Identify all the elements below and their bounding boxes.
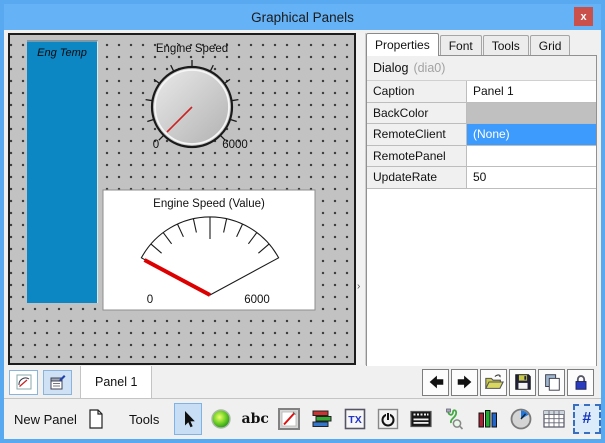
tool-label-button[interactable]: abc <box>241 403 270 435</box>
property-row-updaterate: UpdateRate 50 <box>367 167 596 189</box>
tx-glyph: TX <box>348 414 361 426</box>
open-button[interactable] <box>480 369 507 396</box>
mini-gauge-icon <box>16 374 32 390</box>
close-button[interactable]: x <box>574 7 593 26</box>
knob-gauge-widget[interactable]: Engine Speed 0 6000 <box>146 43 248 151</box>
tx-display-icon: TX <box>343 407 367 431</box>
knob-gauge-max-label: 6000 <box>222 139 248 151</box>
property-value[interactable] <box>467 146 596 167</box>
properties-panel: Properties Font Tools Grid Dialog (dia0)… <box>366 33 597 368</box>
mini-gauge-button[interactable] <box>9 370 38 395</box>
tools-toolbar: New Panel Tools <box>4 398 601 439</box>
app-window: Graphical Panels x Eng Temp Engine Speed <box>0 0 605 443</box>
property-name[interactable]: UpdateRate <box>367 167 467 188</box>
panel-properties-icon <box>49 374 66 391</box>
forward-button[interactable] <box>451 369 478 396</box>
lcd-display-icon <box>409 407 433 431</box>
properties-object-header: Dialog (dia0) <box>367 56 596 81</box>
new-document-button[interactable] <box>82 403 110 435</box>
save-button[interactable] <box>509 369 536 396</box>
tool-meter-button[interactable] <box>275 403 303 435</box>
meter-icon <box>277 407 301 431</box>
new-document-icon <box>86 408 106 430</box>
value-gauge-min-label: 0 <box>147 294 153 306</box>
object-id: (dia0) <box>413 61 445 75</box>
property-name[interactable]: BackColor <box>367 103 467 124</box>
led-icon <box>210 408 232 430</box>
panel-tab-label: Panel 1 <box>95 375 137 389</box>
grid-hash-icon: # <box>582 410 591 428</box>
tool-diagnostics-button[interactable] <box>440 403 468 435</box>
cursor-arrow-icon <box>177 408 199 430</box>
panel-tab-bar: Panel 1 <box>4 366 601 398</box>
tab-grid[interactable]: Grid <box>530 35 571 56</box>
lock-icon <box>571 372 591 392</box>
back-button[interactable] <box>422 369 449 396</box>
property-value[interactable]: Panel 1 <box>467 81 596 102</box>
tool-text-display-button[interactable]: TX <box>341 403 369 435</box>
panel-properties-button[interactable] <box>43 370 72 395</box>
back-arrow-icon <box>426 372 446 392</box>
properties-grid: Dialog (dia0) Caption Panel 1 BackColor … <box>366 55 597 368</box>
table-icon <box>542 407 566 431</box>
value-gauge-widget[interactable]: Engine Speed (Value) 0 6000 <box>103 190 315 310</box>
title-bar[interactable]: Graphical Panels x <box>4 4 601 30</box>
tool-table-button[interactable] <box>540 403 568 435</box>
value-gauge-max-label: 6000 <box>244 294 270 306</box>
tool-grid-toggle-button[interactable]: # <box>573 404 601 434</box>
splitter-collapse-icon[interactable]: › <box>357 281 360 292</box>
property-value[interactable]: 50 <box>467 167 596 188</box>
property-name[interactable]: Caption <box>367 81 467 102</box>
tab-tools[interactable]: Tools <box>483 35 529 56</box>
tool-led-button[interactable] <box>207 403 235 435</box>
tool-lcd-display-button[interactable] <box>407 403 435 435</box>
tab-properties[interactable]: Properties <box>366 33 439 56</box>
copy-button[interactable] <box>538 369 565 396</box>
lock-button[interactable] <box>567 369 594 396</box>
diagnostics-icon <box>442 407 466 431</box>
property-value[interactable] <box>467 103 596 124</box>
tool-cursor-button[interactable] <box>174 403 202 435</box>
tool-bar-graph-button[interactable] <box>473 403 501 435</box>
property-value[interactable]: (None) <box>467 124 596 145</box>
property-row-remotepanel: RemotePanel <box>367 146 596 168</box>
tool-clock-button[interactable] <box>507 403 535 435</box>
gauge-widgets-layer: Engine Speed 0 6000 Engine Speed ( <box>10 35 354 363</box>
tool-power-button[interactable] <box>374 403 402 435</box>
copy-pages-icon <box>542 372 562 392</box>
property-name[interactable]: RemoteClient <box>367 124 467 145</box>
open-folder-icon <box>484 372 504 392</box>
slider-bars-icon <box>310 407 334 431</box>
knob-gauge-min-label: 0 <box>153 139 159 151</box>
window-title: Graphical Panels <box>251 10 354 25</box>
properties-tab-strip: Properties Font Tools Grid <box>366 33 597 56</box>
tools-menu-label[interactable]: Tools <box>129 412 159 427</box>
value-gauge-title: Engine Speed (Value) <box>153 198 265 210</box>
property-row-remoteclient: RemoteClient (None) <box>367 124 596 146</box>
knob-gauge-title: Engine Speed <box>156 43 228 55</box>
panel-tab-active[interactable]: Panel 1 <box>80 366 152 398</box>
save-floppy-icon <box>513 372 533 392</box>
object-name: Dialog <box>373 61 408 75</box>
design-canvas[interactable]: Eng Temp Engine Speed <box>8 33 356 365</box>
property-name[interactable]: RemotePanel <box>367 146 467 167</box>
file-nav-toolbar <box>422 369 594 396</box>
bar-graph-icon <box>476 407 500 431</box>
clock-icon <box>509 407 533 431</box>
forward-arrow-icon <box>455 372 475 392</box>
property-row-caption: Caption Panel 1 <box>367 81 596 103</box>
tool-slider-button[interactable] <box>308 403 336 435</box>
new-panel-button[interactable]: New Panel <box>14 412 77 427</box>
property-row-backcolor: BackColor <box>367 103 596 125</box>
power-icon <box>376 407 400 431</box>
abc-text-icon: abc <box>242 411 269 427</box>
tab-font[interactable]: Font <box>440 35 482 56</box>
panel-splitter[interactable]: › <box>356 33 366 365</box>
